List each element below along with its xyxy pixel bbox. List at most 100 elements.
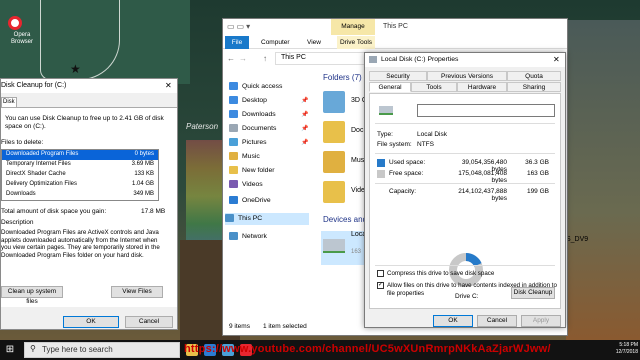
allow-indexing-label[interactable]: Allow files on this drive to have conten… xyxy=(387,282,557,297)
back-arrow-icon[interactable]: ← xyxy=(227,54,235,63)
sidebar-item-pictures[interactable]: Pictures xyxy=(229,137,267,149)
tab-drive-tools[interactable]: Drive Tools xyxy=(337,36,375,49)
documents-icon xyxy=(229,124,238,133)
tab-sharing[interactable]: Sharing xyxy=(507,82,561,92)
local-disk-properties-dialog: Local Disk (C:) Properties ✕ Security Pr… xyxy=(364,52,566,328)
pin-icon[interactable]: 📌 xyxy=(301,111,308,118)
hard-drive-icon xyxy=(323,239,345,253)
allow-indexing-checkbox[interactable]: ✓ xyxy=(377,282,384,289)
sidebar-item-label: Pictures xyxy=(242,139,267,146)
files-to-delete-label: Files to delete: xyxy=(1,139,44,146)
taskbar-search-placeholder: Type here to search xyxy=(42,345,113,354)
hard-drive-icon xyxy=(369,56,377,63)
cancel-button[interactable]: Cancel xyxy=(125,316,173,328)
list-item-name: Downloaded Program Files xyxy=(6,151,79,157)
divider xyxy=(375,153,555,154)
list-item[interactable]: Downloads 349 MB xyxy=(2,190,158,200)
tab-general[interactable]: General xyxy=(369,82,411,92)
compress-drive-checkbox[interactable] xyxy=(377,270,384,277)
description-heading: Description xyxy=(1,219,34,226)
wallpaper-caption: Paterson xyxy=(186,122,219,131)
sidebar-item-downloads[interactable]: Downloads xyxy=(229,109,276,121)
sidebar-item-label: OneDrive xyxy=(242,197,271,204)
clock-date: 12/7/2018 xyxy=(615,349,638,355)
pin-icon[interactable]: 📌 xyxy=(301,97,308,104)
opera-browser-label[interactable]: Opera Browser xyxy=(2,32,42,46)
tab-computer[interactable]: Computer xyxy=(261,39,290,46)
tab-previous-versions[interactable]: Previous Versions xyxy=(427,71,507,81)
tab-view[interactable]: View xyxy=(307,39,321,46)
used-space-swatch xyxy=(377,159,385,167)
list-item[interactable]: Temporary Internet Files 3.69 MB xyxy=(2,160,158,170)
used-space-gb: 36.3 GB xyxy=(525,159,549,166)
pictures-icon xyxy=(229,138,238,147)
pin-icon[interactable]: 📌 xyxy=(301,139,308,146)
clock-time: 5:18 PM xyxy=(619,342,638,348)
sidebar-item-this-pc[interactable]: This PC xyxy=(225,213,309,225)
sidebar-item-label: Music xyxy=(242,153,260,160)
sidebar-item-new-folder[interactable]: New folder xyxy=(229,165,275,177)
tab-hardware[interactable]: Hardware xyxy=(457,82,507,92)
opera-browser-icon[interactable] xyxy=(8,16,22,30)
pin-icon[interactable]: 📌 xyxy=(301,125,308,132)
computer-icon xyxy=(225,214,234,223)
total-space-label: Total amount of disk space you gain: xyxy=(1,208,107,215)
folders-group-header[interactable]: Folders (7) xyxy=(323,73,362,82)
tab-disk-cleanup[interactable]: Disk Cleanup xyxy=(1,97,25,114)
sidebar-item-desktop[interactable]: Desktop xyxy=(229,95,267,107)
system-clock[interactable]: 5:18 PM 12/7/2018 xyxy=(602,342,638,356)
folder-label[interactable]: Mus xyxy=(351,157,364,164)
sidebar-item-label: Videos xyxy=(242,181,263,188)
desktop-icon xyxy=(229,96,238,105)
file-system-value: NTFS xyxy=(417,141,434,148)
sidebar-item-videos[interactable]: Videos xyxy=(229,179,263,191)
sidebar-item-network[interactable]: Network xyxy=(229,231,267,243)
cancel-button[interactable]: Cancel xyxy=(477,315,517,327)
star-icon xyxy=(229,82,238,91)
folder-icon[interactable] xyxy=(323,181,345,203)
tab-tools[interactable]: Tools xyxy=(411,82,457,92)
close-icon[interactable]: ✕ xyxy=(553,55,560,64)
list-item[interactable]: Downloaded Program Files 0 bytes xyxy=(2,150,158,160)
view-files-button[interactable]: View Files xyxy=(111,286,163,298)
folder-icon[interactable] xyxy=(323,121,345,143)
list-item[interactable]: Delivery Optimization Files 1.04 GB xyxy=(2,180,158,190)
drive-name-field[interactable] xyxy=(417,104,555,117)
tab-file[interactable]: File xyxy=(225,36,249,49)
folder-icon[interactable] xyxy=(323,91,345,113)
quick-access-toolbar-icon[interactable]: ▭▭▾ xyxy=(227,22,252,31)
manage-context-tab[interactable]: Manage xyxy=(331,19,375,35)
properties-title: Local Disk (C:) Properties xyxy=(381,56,459,63)
list-item-name: Temporary Internet Files xyxy=(6,161,71,167)
close-icon[interactable]: ✕ xyxy=(165,81,172,90)
video-url-overlay: https://www.youtube.com/channel/UC5wXUnR… xyxy=(184,343,551,355)
hard-drive-icon xyxy=(379,106,393,115)
sidebar-item-onedrive[interactable]: OneDrive xyxy=(229,195,271,207)
sidebar-item-documents[interactable]: Documents xyxy=(229,123,276,135)
free-space-label: Free space: xyxy=(389,170,424,177)
up-arrow-icon[interactable]: ↑ xyxy=(263,54,267,63)
files-to-delete-list[interactable]: Downloaded Program Files 0 bytes Temporary… xyxy=(1,149,159,201)
list-item[interactable]: DirectX Shader Cache 133 KB xyxy=(2,170,158,180)
sidebar-item-label: New folder xyxy=(242,167,275,174)
disk-cleanup-titlebar[interactable]: Disk Cleanup for (C:) ✕ xyxy=(1,79,177,93)
divider xyxy=(375,123,555,124)
folder-icon[interactable] xyxy=(323,151,345,173)
file-system-label: File system: xyxy=(377,141,412,148)
used-space-label: Used space: xyxy=(389,159,426,166)
tab-quota[interactable]: Quota xyxy=(507,71,561,81)
compress-drive-label[interactable]: Compress this drive to save disk space xyxy=(387,270,557,278)
folder-label[interactable]: Vide xyxy=(351,187,365,194)
ok-button[interactable]: OK xyxy=(433,315,473,327)
total-space-value: 17.8 MB xyxy=(141,208,166,215)
apply-button[interactable]: Apply xyxy=(521,315,561,327)
sidebar-item-music[interactable]: Music xyxy=(229,151,260,163)
sidebar-item-quick-access[interactable]: Quick access xyxy=(229,81,282,93)
clean-up-system-files-button[interactable]: Clean up system files xyxy=(1,286,63,305)
forward-arrow-icon[interactable]: → xyxy=(239,54,247,63)
ok-button[interactable]: OK xyxy=(63,316,119,328)
devices-group-header[interactable]: Devices and xyxy=(323,215,367,224)
tab-security[interactable]: Security xyxy=(369,71,427,81)
folder-label[interactable]: Doc xyxy=(351,127,363,134)
windows-start-icon[interactable]: ⊞ xyxy=(2,342,18,358)
